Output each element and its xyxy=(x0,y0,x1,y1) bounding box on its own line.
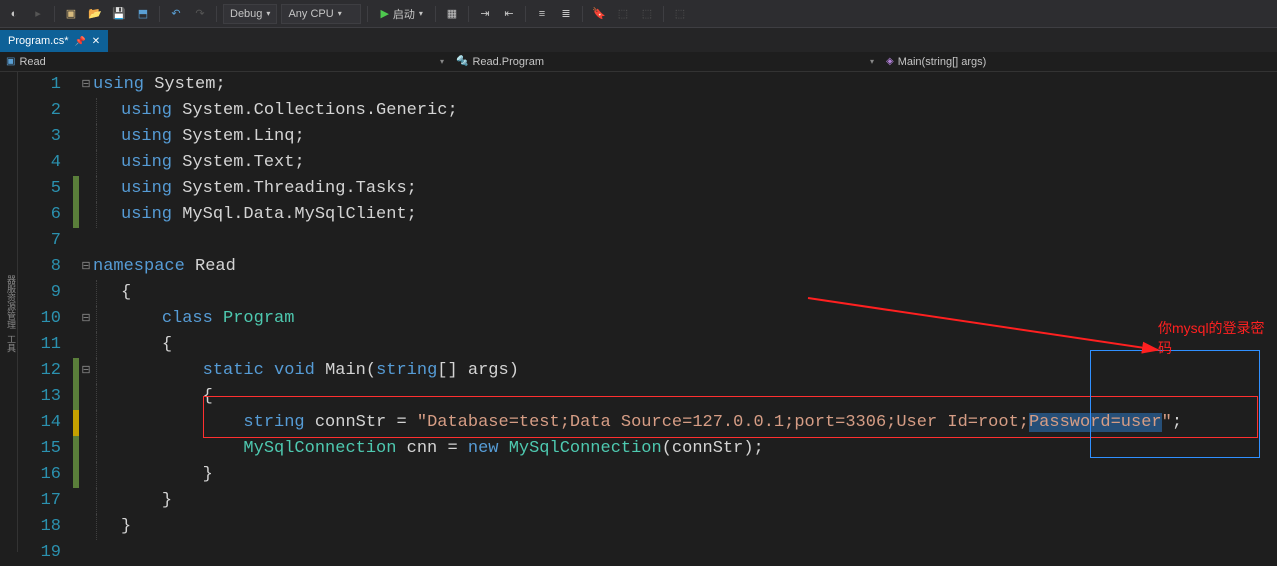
nav-fwd-button[interactable]: ▸ xyxy=(28,4,48,24)
line-number: 18 xyxy=(18,514,73,540)
code-line[interactable]: 18 } xyxy=(18,514,1277,540)
play-icon: ▶ xyxy=(380,7,388,20)
line-number: 2 xyxy=(18,98,73,124)
method-icon: ◈ xyxy=(886,56,894,67)
main-toolbar: ◐ ▸ ▣ 📂 💾 ⬒ ↶ ↷ Debug ▾ Any CPU ▾ ▶ 启动 ▾… xyxy=(0,0,1277,28)
annotation-text: 你mysql的登录密码 xyxy=(1158,318,1277,358)
code-line[interactable]: 19 xyxy=(18,540,1277,566)
step-out-icon[interactable]: ⇤ xyxy=(499,4,519,24)
open-file-icon[interactable]: 📂 xyxy=(85,4,105,24)
start-debug-button[interactable]: ▶ 启动 ▾ xyxy=(374,6,428,22)
code-editor[interactable]: 1 ⊟ using System; 2 using System.Collect… xyxy=(18,72,1277,552)
start-label: 启动 xyxy=(393,6,415,22)
class-icon: 🔩 xyxy=(456,56,468,67)
crumb-class[interactable]: 🔩 Read.Program ▾ xyxy=(450,56,880,68)
code-line[interactable]: 9 { xyxy=(18,280,1277,306)
new-project-icon[interactable]: ▣ xyxy=(61,4,81,24)
code-line[interactable]: 7 xyxy=(18,228,1277,254)
toolbar-icon[interactable]: ▦ xyxy=(442,4,462,24)
left-tool-margin[interactable]: 器服资源管理 工具 xyxy=(0,72,18,552)
fold-toggle[interactable]: ⊟ xyxy=(79,254,93,280)
line-number: 1 xyxy=(18,72,73,98)
line-number: 6 xyxy=(18,202,73,228)
indent-icon[interactable]: ≡ xyxy=(532,4,552,24)
line-number: 16 xyxy=(18,462,73,488)
line-number: 12 xyxy=(18,358,73,384)
fold-toggle[interactable]: ⊟ xyxy=(79,72,93,98)
step-icon[interactable]: ⇥ xyxy=(475,4,495,24)
fold-toggle[interactable]: ⊟ xyxy=(79,306,93,332)
chevron-down-icon: ▾ xyxy=(870,57,874,66)
line-number: 5 xyxy=(18,176,73,202)
crumb-text: Read xyxy=(19,56,45,68)
code-line[interactable]: 15 MySqlConnection cnn = new MySqlConnec… xyxy=(18,436,1277,462)
line-number: 19 xyxy=(18,540,73,566)
code-line[interactable]: 12 ⊟ static void Main(string[] args) xyxy=(18,358,1277,384)
breadcrumb: ▣ Read ▾ 🔩 Read.Program ▾ ◈ Main(string[… xyxy=(0,52,1277,72)
undo-button[interactable]: ↶ xyxy=(166,4,186,24)
platform-value: Any CPU xyxy=(288,8,333,20)
crumb-text: Read.Program xyxy=(472,56,544,68)
config-value: Debug xyxy=(230,8,262,20)
code-line[interactable]: 14 string connStr = "Database=test;Data … xyxy=(18,410,1277,436)
line-number: 13 xyxy=(18,384,73,410)
toolbar-icon[interactable]: ⬚ xyxy=(613,4,633,24)
selected-text: Password=user xyxy=(1029,413,1162,432)
save-all-icon[interactable]: ⬒ xyxy=(133,4,153,24)
chevron-down-icon: ▾ xyxy=(440,57,444,66)
tab-bar: Program.cs* 📌 ✕ xyxy=(0,28,1277,52)
code-line[interactable]: 4 using System.Text; xyxy=(18,150,1277,176)
code-line[interactable]: 3 using System.Linq; xyxy=(18,124,1277,150)
tab-filename: Program.cs* xyxy=(8,35,69,47)
line-number: 7 xyxy=(18,228,73,254)
bookmark-icon[interactable]: 🔖 xyxy=(589,4,609,24)
code-line[interactable]: 17 } xyxy=(18,488,1277,514)
line-number: 8 xyxy=(18,254,73,280)
file-tab-program[interactable]: Program.cs* 📌 ✕ xyxy=(0,30,108,52)
crumb-text: Main(string[] args) xyxy=(898,56,987,68)
line-number: 4 xyxy=(18,150,73,176)
code-line[interactable]: 5 using System.Threading.Tasks; xyxy=(18,176,1277,202)
line-number: 17 xyxy=(18,488,73,514)
close-icon[interactable]: ✕ xyxy=(92,36,100,47)
line-number: 9 xyxy=(18,280,73,306)
fold-toggle[interactable]: ⊟ xyxy=(79,358,93,384)
config-dropdown[interactable]: Debug ▾ xyxy=(223,4,277,24)
outdent-icon[interactable]: ≣ xyxy=(556,4,576,24)
crumb-namespace[interactable]: ▣ Read ▾ xyxy=(0,56,450,68)
editor-area: 器服资源管理 工具 1 ⊟ using System; 2 using Syst… xyxy=(0,72,1277,552)
toolbar-icon[interactable]: ⬚ xyxy=(670,4,690,24)
code-line[interactable]: 6 using MySql.Data.MySqlClient; xyxy=(18,202,1277,228)
pin-icon[interactable]: 📌 xyxy=(75,36,86,47)
chevron-down-icon: ▾ xyxy=(266,9,270,18)
toolbar-icon[interactable]: ⬚ xyxy=(637,4,657,24)
chevron-down-icon: ▾ xyxy=(338,9,342,18)
platform-dropdown[interactable]: Any CPU ▾ xyxy=(281,4,361,24)
csharp-icon: ▣ xyxy=(6,56,15,67)
save-icon[interactable]: 💾 xyxy=(109,4,129,24)
crumb-method[interactable]: ◈ Main(string[] args) xyxy=(880,56,992,68)
code-line[interactable]: 11 { xyxy=(18,332,1277,358)
code-line[interactable]: 13 { xyxy=(18,384,1277,410)
code-line[interactable]: 8 ⊟ namespace Read xyxy=(18,254,1277,280)
line-number: 3 xyxy=(18,124,73,150)
code-line[interactable]: 10 ⊟ class Program xyxy=(18,306,1277,332)
line-number: 14 xyxy=(18,410,73,436)
code-line[interactable]: 2 using System.Collections.Generic; xyxy=(18,98,1277,124)
chevron-down-icon: ▾ xyxy=(419,9,423,18)
code-line[interactable]: 16 } xyxy=(18,462,1277,488)
line-number: 11 xyxy=(18,332,73,358)
line-number: 15 xyxy=(18,436,73,462)
code-line[interactable]: 1 ⊟ using System; xyxy=(18,72,1277,98)
redo-button[interactable]: ↷ xyxy=(190,4,210,24)
line-number: 10 xyxy=(18,306,73,332)
nav-back-button[interactable]: ◐ xyxy=(4,4,24,24)
